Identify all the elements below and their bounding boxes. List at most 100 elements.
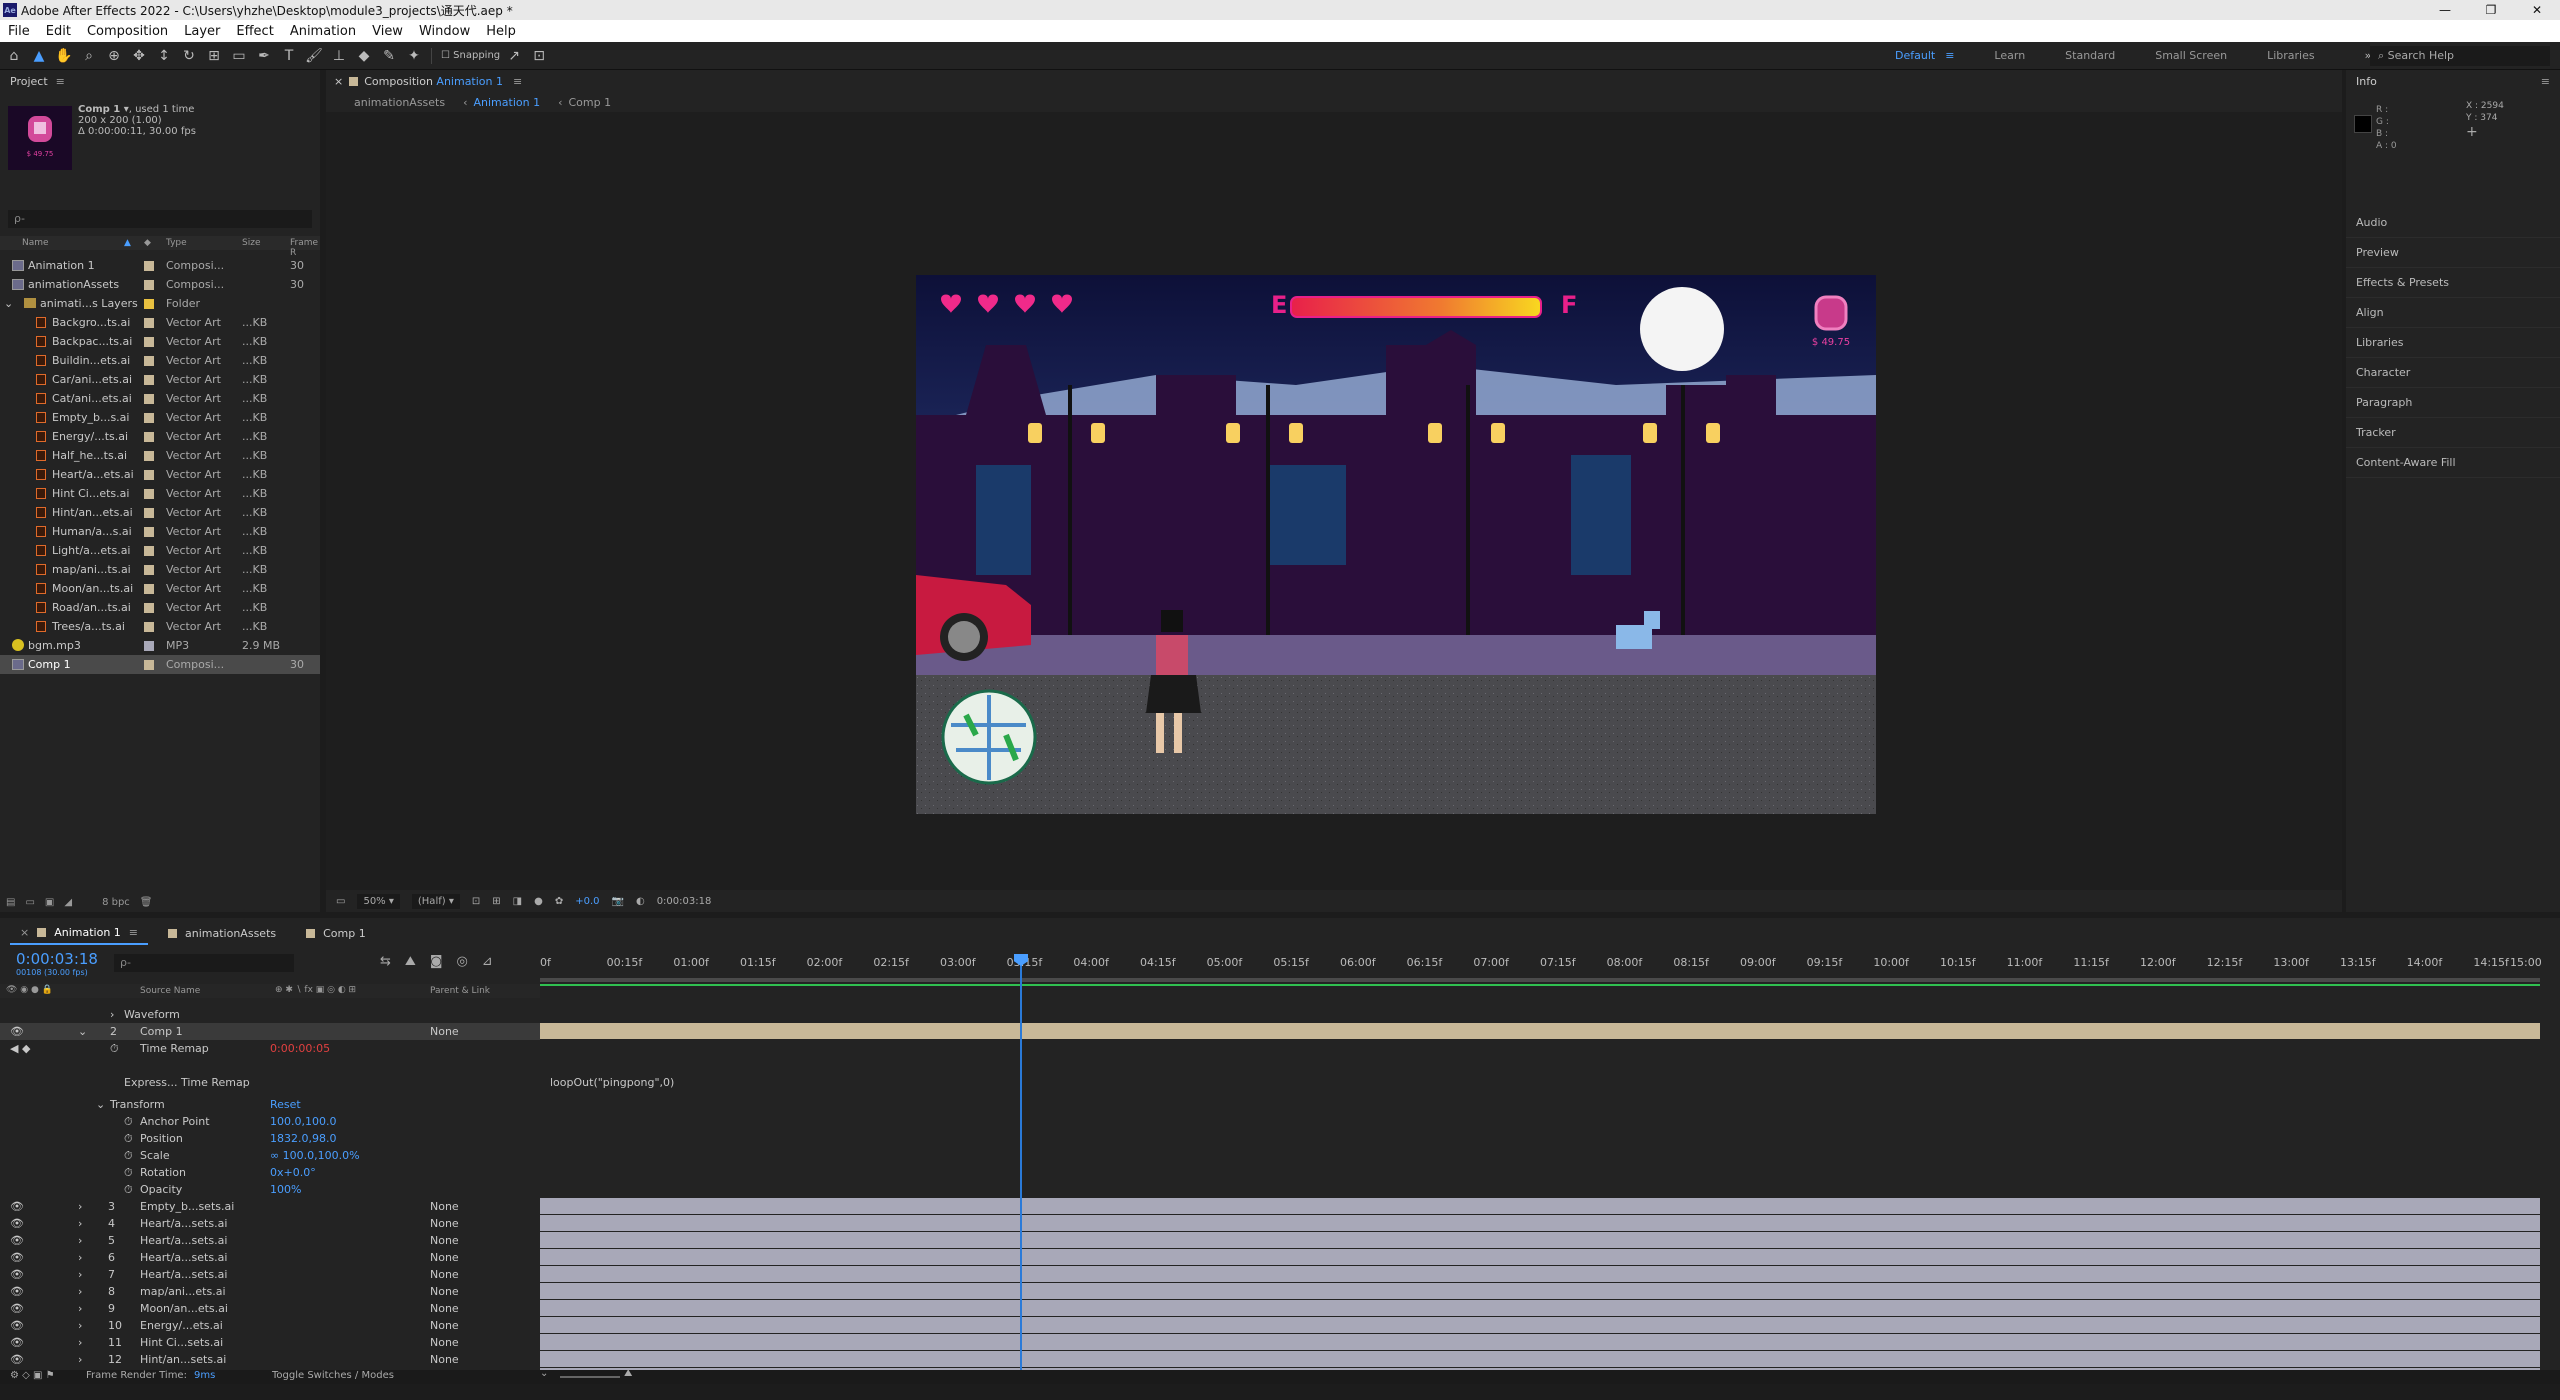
twirl-icon[interactable]: › [78, 1319, 82, 1332]
stopwatch-icon[interactable]: ⏱ [124, 1183, 133, 1197]
zoom-slider[interactable] [560, 1376, 620, 1378]
layer-row[interactable]: 👁 › 7 Heart/a...sets.ai None [0, 1266, 540, 1283]
project-item[interactable]: Hint/an...ets.ai Vector Art ...KB [0, 503, 320, 522]
layer-name[interactable]: Comp 1 [140, 1025, 183, 1038]
label-color-swatch[interactable] [144, 432, 154, 442]
time-ruler[interactable]: 0f00:15f01:00f01:15f02:00f02:15f03:00f03… [540, 954, 2542, 974]
region-of-interest-icon[interactable]: ⊡ [472, 896, 480, 907]
layer-row[interactable]: 👁 › 9 Moon/an...ets.ai None [0, 1300, 540, 1317]
panel-preview[interactable]: Preview [2346, 238, 2560, 268]
current-time-display[interactable]: 0:00:03:18 [657, 896, 712, 907]
property-row[interactable]: ⏱ Scale ∞ 100.0,100.0% [0, 1147, 540, 1164]
project-item[interactable]: Car/ani...ets.ai Vector Art ...KB [0, 370, 320, 389]
label-icon[interactable]: ◆ [144, 238, 151, 248]
layer-duration-bar[interactable] [540, 1334, 2540, 1350]
label-color-swatch[interactable] [144, 337, 154, 347]
transparency-grid-icon[interactable]: ⊞ [492, 896, 500, 907]
twirl-icon[interactable]: › [78, 1302, 82, 1315]
col-size[interactable]: Size [242, 238, 260, 248]
parent-dropdown[interactable]: None [430, 1319, 459, 1332]
layer-name[interactable]: Empty_b...sets.ai [140, 1200, 234, 1213]
time-remap-row[interactable]: ◀ ◆ ⏱ Time Remap 0:00:00:05 [0, 1040, 540, 1057]
layer-row-comp-1[interactable]: 👁 ⌄ 2 Comp 1 None [0, 1023, 540, 1040]
property-row[interactable]: ⏱ Position 1832.0,98.0 [0, 1130, 540, 1147]
workspace-default[interactable]: Default [1895, 49, 1935, 62]
pan-tool-icon[interactable]: ✥ [128, 45, 150, 67]
roto-brush-icon[interactable]: ✎ [378, 45, 400, 67]
project-item[interactable]: Road/an...ts.ai Vector Art ...KB [0, 598, 320, 617]
orbit-tool-icon[interactable]: ⊕ [103, 45, 125, 67]
layer-row[interactable]: 👁 › 6 Heart/a...sets.ai None [0, 1249, 540, 1266]
panel-content-aware-fill[interactable]: Content-Aware Fill [2346, 448, 2560, 478]
parent-dropdown[interactable]: None [430, 1217, 459, 1230]
stopwatch-icon[interactable]: ⏱ [124, 1115, 133, 1129]
layer-duration-bar[interactable] [540, 1300, 2540, 1316]
exposure-value[interactable]: +0.0 [575, 896, 599, 907]
zoom-out-icon[interactable]: ⌄ [540, 1368, 548, 1379]
label-color-swatch[interactable] [144, 394, 154, 404]
menu-effect[interactable]: Effect [236, 24, 273, 39]
project-item[interactable]: Backpac...ts.ai Vector Art ...KB [0, 332, 320, 351]
minimize-icon[interactable]: — [2422, 0, 2468, 20]
layer-duration-bar[interactable] [540, 1023, 2540, 1039]
twirl-icon[interactable]: › [78, 1234, 82, 1247]
label-color-swatch[interactable] [144, 527, 154, 537]
clone-stamp-icon[interactable]: ⊥ [328, 45, 350, 67]
restore-icon[interactable]: ❐ [2468, 0, 2514, 20]
project-item[interactable]: Hint Ci...ets.ai Vector Art ...KB [0, 484, 320, 503]
toggle-switches-modes[interactable]: Toggle Switches / Modes [272, 1370, 394, 1381]
label-color-swatch[interactable] [144, 489, 154, 499]
menu-view[interactable]: View [372, 24, 403, 39]
label-color-swatch[interactable] [144, 584, 154, 594]
visibility-icon[interactable]: 👁 [10, 1302, 24, 1315]
workspace-libraries[interactable]: Libraries [2267, 49, 2315, 62]
layer-duration-bar[interactable] [540, 1283, 2540, 1299]
layer-duration-bar[interactable] [540, 1249, 2540, 1265]
layer-name[interactable]: Hint/an...sets.ai [140, 1353, 226, 1366]
bpc-label[interactable]: 8 bpc [102, 897, 130, 908]
panel-align[interactable]: Align [2346, 298, 2560, 328]
dolly-tool-icon[interactable]: ↕ [153, 45, 175, 67]
twirl-icon[interactable]: › [78, 1268, 82, 1281]
layer-duration-bar[interactable] [540, 1215, 2540, 1231]
label-color-swatch[interactable] [144, 508, 154, 518]
transform-twirl-icon[interactable]: ⌄ [96, 1098, 105, 1111]
panel-tracker[interactable]: Tracker [2346, 418, 2560, 448]
visibility-icon[interactable]: 👁 [10, 1336, 24, 1349]
stopwatch-icon[interactable]: ⏱ [124, 1166, 133, 1180]
expression-row[interactable]: Express... Time Remap loopOut("pingpong",… [0, 1074, 674, 1091]
twirl-icon[interactable]: › [78, 1353, 82, 1366]
property-row[interactable]: ⏱ Opacity 100% [0, 1181, 540, 1198]
panel-audio[interactable]: Audio [2346, 208, 2560, 238]
stopwatch-icon[interactable]: ⏱ [110, 1042, 119, 1056]
transform-row[interactable]: ⌄ Transform Reset [0, 1096, 540, 1113]
label-color-swatch[interactable] [144, 546, 154, 556]
property-value[interactable]: 100.0,100.0 [270, 1115, 336, 1128]
footer-icons[interactable]: ⚙ ◇ ▣ ⚑ [10, 1370, 55, 1381]
snapshot-icon[interactable]: 📷 [612, 896, 624, 907]
layer-name[interactable]: map/ani...ets.ai [140, 1285, 226, 1298]
close-tab-icon[interactable]: × [20, 926, 29, 939]
zoom-in-icon[interactable]: ⛰ [624, 1368, 632, 1379]
parent-dropdown[interactable]: None [430, 1302, 459, 1315]
layer-name[interactable]: Heart/a...sets.ai [140, 1217, 227, 1230]
property-value[interactable]: 0x+0.0° [270, 1166, 316, 1179]
menu-file[interactable]: File [8, 24, 30, 39]
graph-editor-icon[interactable]: ⊿ [482, 954, 493, 969]
label-color-swatch[interactable] [144, 356, 154, 366]
label-color-swatch[interactable] [144, 318, 154, 328]
home-icon[interactable]: ⌂ [3, 45, 25, 67]
menu-layer[interactable]: Layer [184, 24, 220, 39]
project-item[interactable]: animationAssets Composi... 30 [0, 275, 320, 294]
snap-grid-icon[interactable]: ⊡ [528, 45, 550, 67]
col-source-name[interactable]: Source Name [140, 986, 200, 996]
project-item[interactable]: ⌄ animati...s Layers Folder [0, 294, 320, 313]
layer-duration-bar[interactable] [540, 1198, 2540, 1214]
twirl-icon[interactable]: › [78, 1251, 82, 1264]
twirl-icon[interactable]: ⌄ [78, 1025, 87, 1038]
layer-name[interactable]: Heart/a...sets.ai [140, 1268, 227, 1281]
zoom-dropdown[interactable]: 50% ▾ [357, 893, 400, 909]
layer-row[interactable]: 👁 › 11 Hint Ci...sets.ai None [0, 1334, 540, 1351]
project-item[interactable]: Backgro...ts.ai Vector Art ...KB [0, 313, 320, 332]
layer-name[interactable]: Heart/a...sets.ai [140, 1251, 227, 1264]
